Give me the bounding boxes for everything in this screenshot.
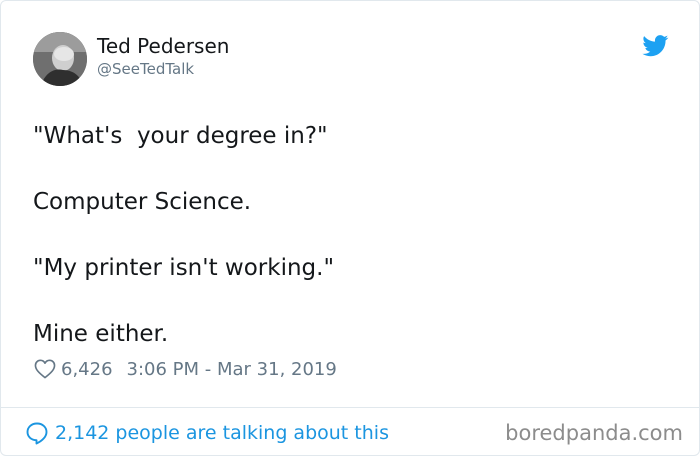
- like-count[interactable]: 6,426: [61, 359, 113, 380]
- author-name[interactable]: Ted Pedersen: [97, 33, 229, 59]
- conversation-link[interactable]: 2,142 people are talking about this: [25, 420, 389, 446]
- watermark: boredpanda.com: [505, 421, 683, 445]
- tweet-meta: 6,426 3:06 PM - Mar 31, 2019: [34, 357, 337, 381]
- tweet-paragraph: Computer Science.: [33, 189, 252, 215]
- tweet-timestamp[interactable]: 3:06 PM - Mar 31, 2019: [127, 359, 337, 380]
- conversation-link-text[interactable]: 2,142 people are talking about this: [55, 422, 389, 444]
- tweet-body: "What's your degree in?" Computer Scienc…: [33, 120, 673, 351]
- author-handle[interactable]: @SeeTedTalk: [97, 59, 194, 79]
- footer-divider: [1, 407, 699, 408]
- tweet-paragraph: "My printer isn't working.": [33, 255, 335, 281]
- speech-bubble-icon: [26, 422, 48, 445]
- author-avatar[interactable]: [33, 32, 87, 86]
- tweet-paragraph: Mine either.: [33, 321, 169, 347]
- tweet-card: Ted Pedersen @SeeTedTalk "What's your de…: [0, 0, 700, 456]
- twitter-bird-icon[interactable]: [642, 35, 669, 57]
- tweet-paragraph: "What's your degree in?": [33, 123, 328, 149]
- avatar-photo-icon: [33, 32, 87, 86]
- heart-icon[interactable]: [34, 359, 56, 379]
